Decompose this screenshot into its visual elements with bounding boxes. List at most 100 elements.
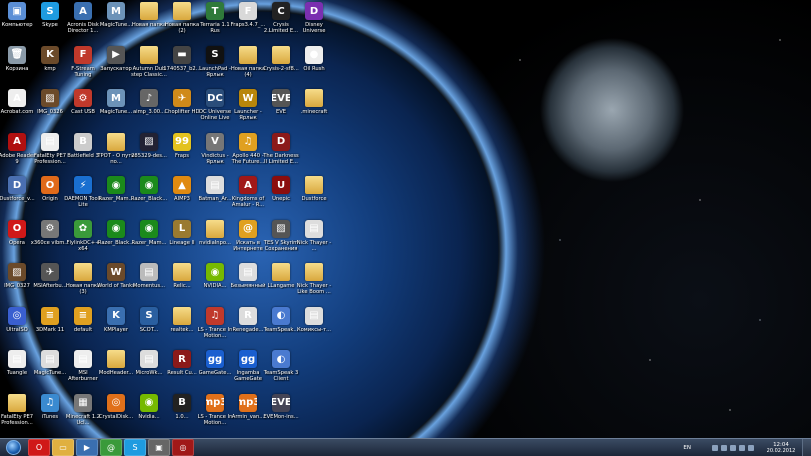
desktop-icon[interactable]: D Dustforce_v...: [0, 176, 35, 220]
desktop-icon[interactable]: ▶ Запускатор: [99, 45, 133, 90]
desktop-icon[interactable]: M MagicTune...: [99, 89, 133, 133]
desktop-icon[interactable]: D The Darkness II Limited E...: [263, 132, 299, 177]
desktop-icon[interactable]: B 1.0...: [165, 393, 199, 438]
language-indicator[interactable]: EN: [683, 445, 691, 451]
desktop-icon[interactable]: O Opera: [0, 219, 34, 264]
desktop-icon[interactable]: mp3 LS - Trance In Motion...: [198, 393, 232, 438]
desktop-icon[interactable]: gg Ingamba GameGate: [231, 350, 265, 394]
desktop-icon[interactable]: O Origin: [33, 176, 67, 220]
desktop-icon[interactable]: 🗑 Корзина: [0, 45, 34, 90]
desktop-icon[interactable]: nvidiaInpo...: [198, 219, 232, 264]
desktop-icon[interactable]: M MagicTune...: [99, 2, 133, 46]
desktop-icon[interactable]: ♫ Apollo 440 - The Future...: [231, 132, 265, 177]
desktop-icon[interactable]: ◐ TeamSpeak 3 Client: [264, 350, 298, 394]
desktop-icon[interactable]: ▤ FatalEty PE7 Profession...: [33, 132, 67, 177]
desktop-icon[interactable]: ▲ AIMP3: [165, 176, 199, 220]
desktop-icon[interactable]: mp3 Armin_van...: [231, 393, 265, 438]
desktop-icon[interactable]: ▤ MagicTune...: [33, 350, 67, 394]
desktop-icon[interactable]: Crysis-2-sf8...: [263, 45, 299, 90]
tray-icon[interactable]: [721, 444, 727, 451]
desktop-icon[interactable]: ◐ TeamSpeak...: [264, 306, 298, 351]
desktop-icon[interactable]: ▤ Tuangle: [0, 350, 34, 394]
desktop-icon[interactable]: ▤ MicroWk...: [132, 350, 166, 394]
desktop-icon[interactable]: ◉ NVIDIA...: [198, 263, 232, 307]
desktop-icon[interactable]: F Fraps3.4.7_...: [231, 2, 265, 46]
desktop-icon[interactable]: EVE EVE: [264, 89, 298, 133]
desktop-icon[interactable]: ▨ 285329-des...: [131, 132, 167, 177]
desktop-icon[interactable]: FatalEty PE7 Profession...: [0, 393, 34, 438]
tray-icon[interactable]: [712, 444, 718, 451]
desktop-icon[interactable]: ▬ 1740537_b2...: [163, 45, 201, 90]
desktop-icon[interactable]: ✿ FlylinkDC++ x64: [66, 219, 100, 264]
desktop-icon[interactable]: U Unepic: [264, 176, 298, 220]
desktop-icon[interactable]: gg GameGate...: [198, 350, 232, 394]
tray-icon[interactable]: [730, 444, 736, 451]
desktop-icon[interactable]: B Battlefield 3: [66, 132, 100, 177]
desktop-icon[interactable]: F F-Stream Tuning: [66, 45, 100, 90]
desktop-icon[interactable]: ▤ Momentus...: [132, 263, 166, 307]
desktop-icon[interactable]: C Crysis 2.Limited E...: [264, 2, 298, 46]
desktop-icon[interactable]: ▤ Batman_Ar...: [198, 176, 232, 220]
desktop-icon[interactable]: S LaunchPad - Ярлык: [198, 45, 232, 90]
desktop-icon[interactable]: K KMPlayer: [99, 306, 133, 351]
desktop-icon[interactable]: Новая папка (4): [231, 45, 265, 90]
desktop-icon[interactable]: ✈ MSIAfterbu...: [33, 263, 67, 307]
desktop-icon[interactable]: Nick Thayer - Like Boom ...: [297, 263, 331, 307]
desktop-icon[interactable]: ▤ Nick Thayer - ...: [297, 219, 331, 264]
desktop-icon[interactable]: ТРОТ - О пути по...: [97, 132, 135, 177]
desktop-icon[interactable]: ◉ Razer_Black...: [131, 176, 167, 220]
desktop-icon[interactable]: ◉ Razer_Mam...: [99, 176, 133, 220]
desktop-icon[interactable]: S SCOT...: [132, 306, 166, 351]
desktop-icon[interactable]: A Acronis Disk Director 1...: [66, 2, 100, 46]
desktop-icon[interactable]: 99 Fraps: [165, 132, 199, 177]
desktop-icon[interactable]: L Lineage II: [165, 219, 199, 264]
desktop-icon[interactable]: Dustforce: [297, 176, 331, 220]
desktop-icon[interactable]: A Adobe Reader 9: [0, 132, 35, 177]
desktop-icon[interactable]: A Acrobat.com: [0, 89, 34, 133]
desktop-icon[interactable]: ModHeader...: [99, 350, 133, 394]
desktop-icon[interactable]: Новая папка (2): [165, 2, 199, 46]
desktop-icon[interactable]: R Result Cu...: [165, 350, 199, 394]
desktop-icon[interactable]: D Disney Universe: [297, 2, 331, 46]
network-icon[interactable]: [739, 444, 745, 451]
desktop-icon[interactable]: ▤ Безымянный: [231, 263, 265, 307]
desktop-icon[interactable]: ♪ aimp_3.00...: [132, 89, 166, 133]
app-taskbar-button[interactable]: ▣: [148, 439, 170, 456]
show-desktop-button[interactable]: [802, 439, 811, 456]
desktop-icon[interactable]: LLangame: [264, 263, 298, 307]
desktop-icon[interactable]: V Vindictus - Ярлык: [198, 132, 232, 177]
desktop-icon[interactable]: ▨ TES V Skyrim Сохранения: [264, 219, 298, 264]
desktop-icon[interactable]: ⚙ Cast USB: [66, 89, 100, 133]
desktop-icon[interactable]: EVE EVEMon-ins...: [263, 393, 299, 438]
explorer-taskbar-button[interactable]: ▭: [52, 439, 74, 456]
desktop-icon[interactable]: ◉ Razer_Black...: [98, 219, 134, 264]
desktop-icon[interactable]: Autumn Dub step Classic...: [131, 45, 167, 90]
desktop-icon[interactable]: ▨ IMG_0327: [0, 263, 34, 307]
clock[interactable]: 12:04 20.02.2012: [760, 442, 802, 454]
start-button[interactable]: [0, 440, 26, 456]
desktop-icon[interactable]: ♫ LS - Trance In Motion...: [198, 306, 232, 351]
desktop-icon[interactable]: ✈ Choplifter HD: [165, 89, 199, 133]
desktop-icon[interactable]: ◉ Nvidia...: [132, 393, 166, 438]
desktop-icon[interactable]: @ Искать в Интернете: [231, 219, 265, 264]
desktop-icon[interactable]: A Kingdoms of Amalur - R...: [231, 176, 265, 220]
desktop-icon[interactable]: T Terraria 1.1 Rus: [198, 2, 232, 46]
desktop-icon[interactable]: R Renegade...: [231, 306, 265, 351]
opera2-taskbar-button[interactable]: ◎: [172, 439, 194, 456]
flylink-taskbar-button[interactable]: @: [100, 439, 122, 456]
desktop-icon[interactable]: ▤ Комиксы-т...: [297, 306, 331, 351]
desktop-icon[interactable]: ◎ CrystalDisk...: [99, 393, 133, 438]
desktop-icon[interactable]: ▦ Minecraft 1.2 Ucl...: [66, 393, 100, 438]
desktop-icon[interactable]: W World of Tanks: [97, 263, 135, 307]
desktop-icon[interactable]: DC DC Universe Online Live: [198, 89, 232, 133]
desktop-icon[interactable]: ♫ iTunes: [33, 393, 67, 438]
desktop-icon[interactable]: ▣ Компьютер: [0, 2, 34, 46]
desktop-icon[interactable]: ◎ UltraISO: [0, 306, 34, 351]
desktop-icon[interactable]: Новая папка: [132, 2, 166, 46]
desktop-icon[interactable]: Новая папка (3): [66, 263, 100, 307]
desktop-icon[interactable]: realtek...: [165, 306, 199, 351]
skype-taskbar-button[interactable]: S: [124, 439, 146, 456]
media-taskbar-button[interactable]: ▶: [76, 439, 98, 456]
desktop-icon[interactable]: ≡ default: [66, 306, 100, 351]
desktop-icon[interactable]: ▨ IMG_0326: [33, 89, 67, 133]
